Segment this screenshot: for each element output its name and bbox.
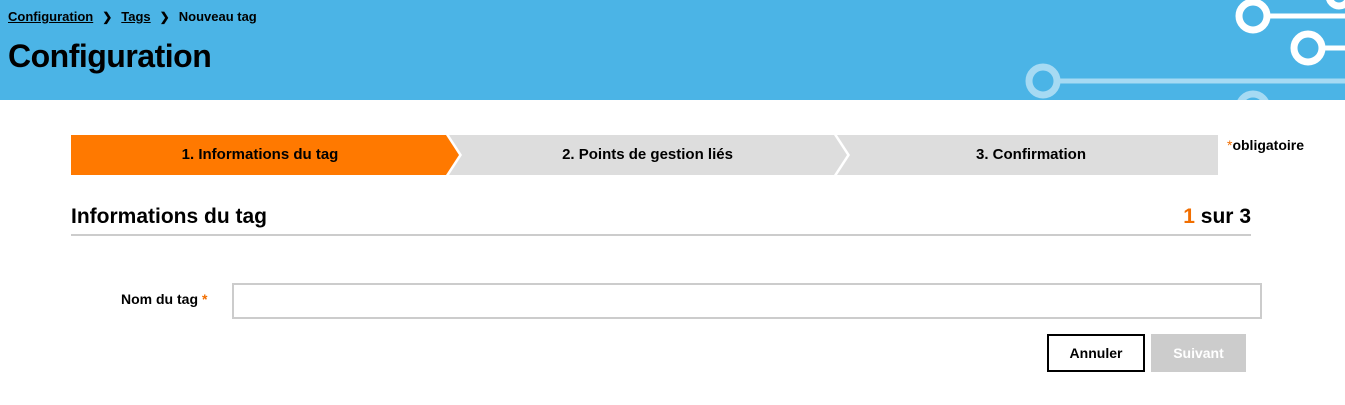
page-header: Configuration ❯ Tags ❯ Nouveau tag Confi…	[0, 0, 1345, 100]
tag-name-label-text: Nom du tag	[121, 291, 198, 307]
step-1-label: 1. Informations du tag	[181, 146, 339, 163]
breadcrumb: Configuration ❯ Tags ❯ Nouveau tag	[8, 9, 257, 24]
tag-name-label: Nom du tag *	[121, 291, 207, 307]
breadcrumb-link-configuration[interactable]: Configuration	[8, 9, 93, 24]
tag-name-input[interactable]	[232, 283, 1262, 319]
breadcrumb-link-tags[interactable]: Tags	[121, 9, 150, 24]
breadcrumb-current: Nouveau tag	[178, 9, 257, 24]
step-3-label: 3. Confirmation	[975, 146, 1086, 163]
chevron-right-icon: ❯	[102, 9, 113, 24]
cancel-button[interactable]: Annuler	[1047, 334, 1145, 372]
section-title: Informations du tag	[71, 205, 267, 228]
circuit-decoration-icon	[1025, 0, 1345, 100]
required-star: *	[202, 291, 208, 307]
step-counter-current: 1	[1183, 205, 1195, 228]
wizard-stepper: 1. Informations du tag 2. Points de gest…	[71, 135, 1218, 175]
next-button[interactable]: Suivant	[1151, 334, 1246, 372]
step-2-label: 2. Points de gestion liés	[562, 146, 733, 163]
section-divider	[71, 234, 1251, 236]
step-counter: 1 sur 3	[1183, 205, 1251, 229]
required-legend: *obligatoire	[1227, 137, 1304, 153]
step-counter-total: sur 3	[1194, 205, 1251, 228]
required-legend-text: obligatoire	[1232, 137, 1305, 153]
page-title: Configuration	[8, 38, 212, 74]
chevron-right-icon: ❯	[159, 9, 170, 24]
